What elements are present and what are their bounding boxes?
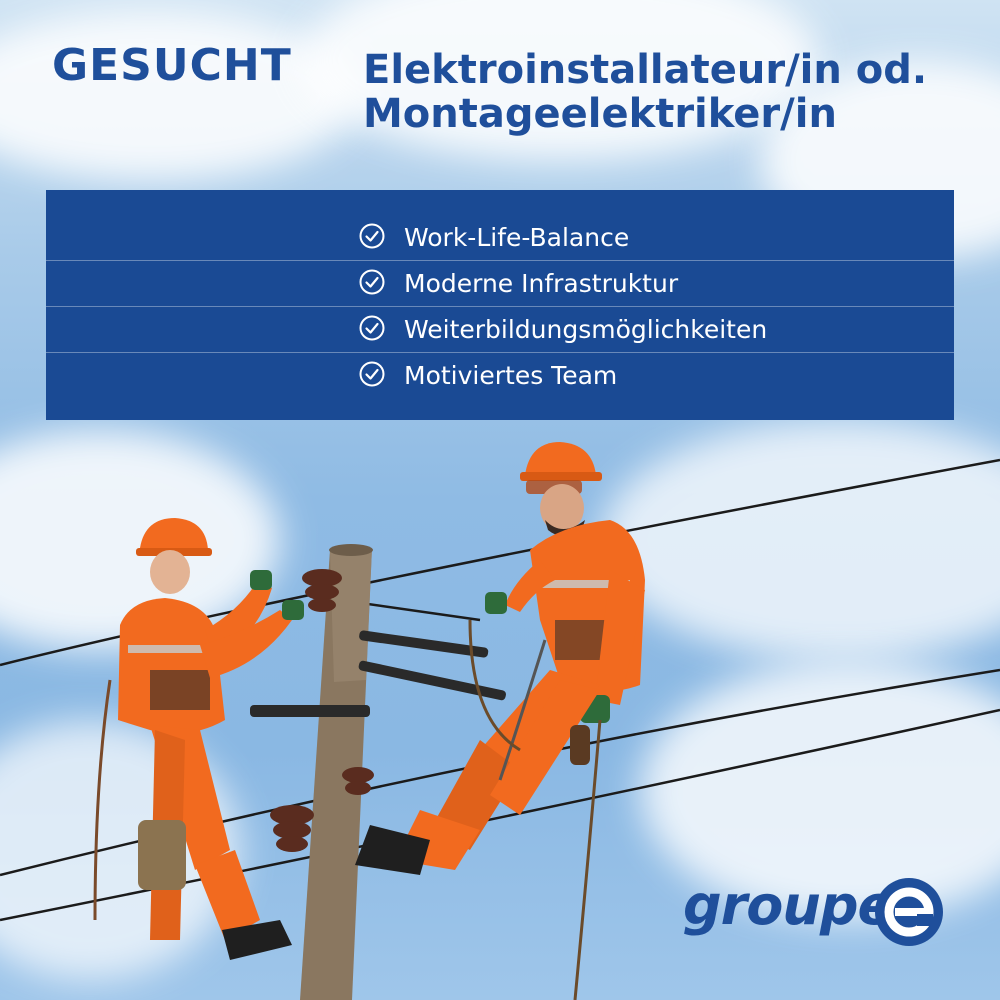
groupe-e-logo: groupe	[683, 872, 955, 948]
e-circle-icon	[875, 878, 943, 946]
job-ad-poster: GESUCHT Elektroinstallateur/in od. Monta…	[0, 0, 1000, 1000]
check-circle-icon	[359, 361, 385, 387]
check-circle-icon	[359, 315, 385, 341]
benefit-item: Work-Life-Balance	[46, 214, 954, 261]
logo-wordmark: groupe	[683, 874, 894, 937]
check-circle-icon	[359, 223, 385, 249]
benefit-label: Moderne Infrastruktur	[404, 269, 679, 298]
job-title: Elektroinstallateur/in od. Montageelektr…	[363, 48, 927, 136]
headline-gesucht: GESUCHT	[52, 40, 292, 91]
benefit-item: Weiterbildungsmöglichkeiten	[46, 306, 954, 353]
benefits-panel: Work-Life-Balance Moderne Infrastruktur …	[46, 190, 954, 420]
check-circle-icon	[359, 269, 385, 295]
benefit-item: Motiviertes Team	[46, 352, 954, 398]
benefit-item: Moderne Infrastruktur	[46, 260, 954, 307]
benefit-label: Motiviertes Team	[404, 361, 618, 390]
worker-right	[355, 442, 645, 1000]
benefit-label: Weiterbildungsmöglichkeiten	[404, 315, 768, 344]
cloud	[0, 10, 360, 180]
job-title-line-1: Elektroinstallateur/in od.	[363, 47, 928, 93]
job-title-line-2: Montageelektriker/in	[363, 91, 837, 137]
benefit-label: Work-Life-Balance	[404, 223, 630, 252]
